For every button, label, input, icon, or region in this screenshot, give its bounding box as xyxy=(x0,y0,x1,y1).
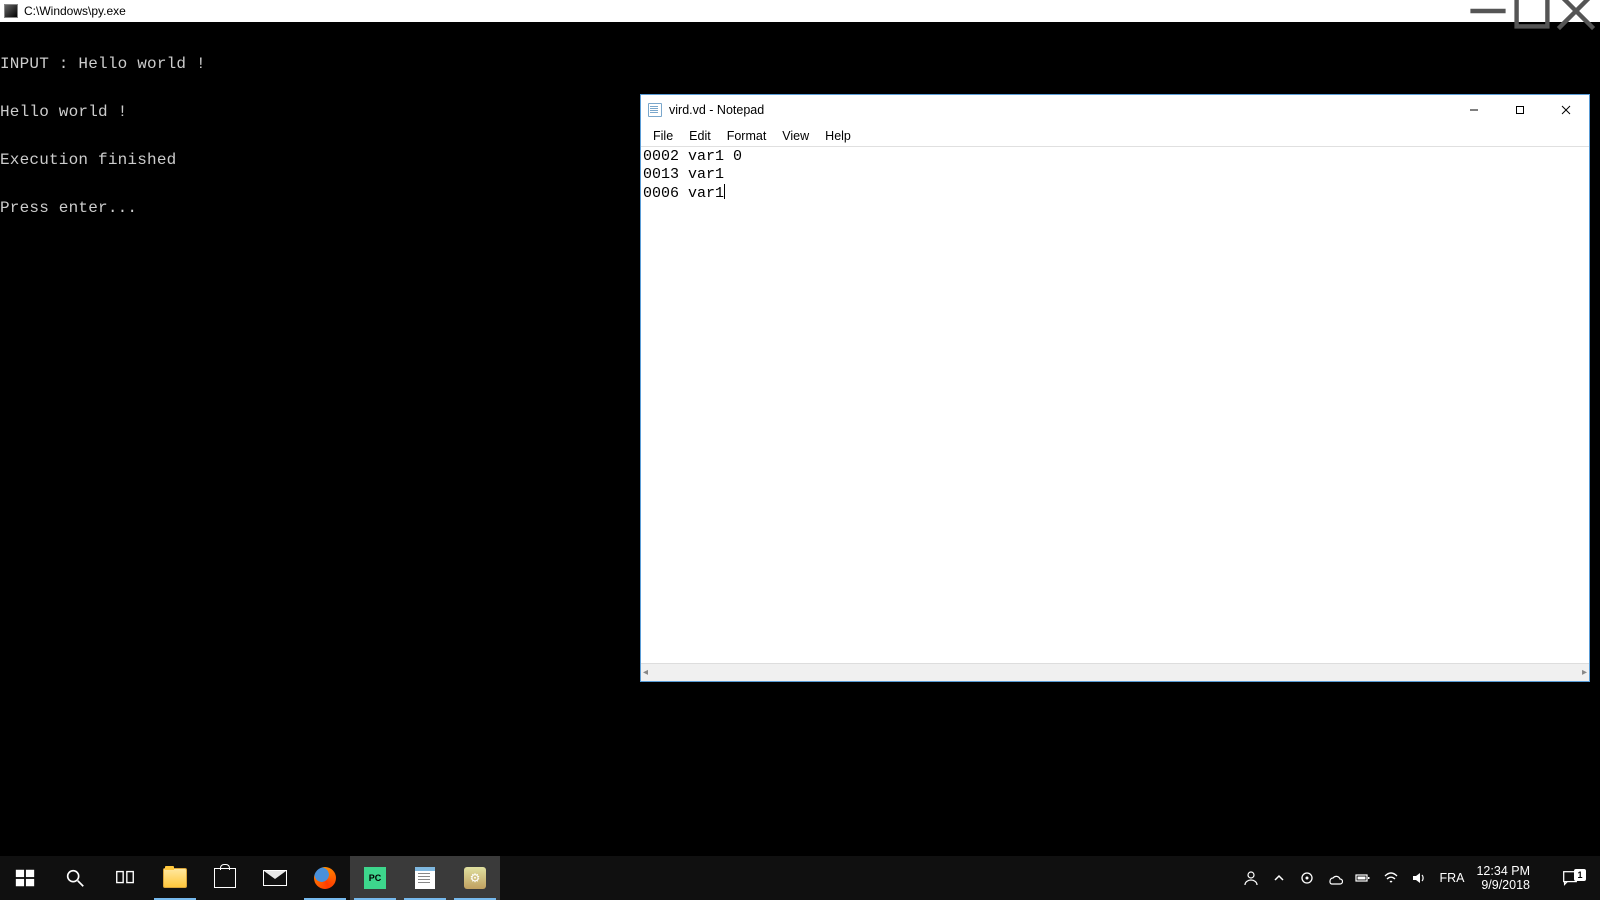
notepad-text-area[interactable]: 0002 var1 0 0013 var1 0006 var1 xyxy=(641,147,1589,663)
store-icon xyxy=(214,868,236,888)
console-titlebar[interactable]: C:\Windows\py.exe xyxy=(0,0,1600,22)
mail-icon xyxy=(263,870,287,886)
console-line: INPUT : Hello world ! xyxy=(0,56,1600,72)
clock[interactable]: 12:34 PM 9/9/2018 xyxy=(1476,864,1534,892)
taskbar-file-explorer[interactable] xyxy=(150,856,200,900)
notepad-titlebar[interactable]: vird.vd - Notepad xyxy=(641,95,1589,125)
windows-logo-icon xyxy=(14,867,36,889)
action-center-button[interactable]: 1 xyxy=(1546,869,1594,887)
scroll-left-icon[interactable]: ◂ xyxy=(643,667,648,678)
menu-view[interactable]: View xyxy=(774,127,817,145)
taskbar-microsoft-store[interactable] xyxy=(200,856,250,900)
notepad-icon xyxy=(415,867,435,889)
show-hidden-icons[interactable] xyxy=(1271,870,1287,886)
minimize-button[interactable] xyxy=(1466,1,1510,21)
taskbar: PC ⚙ FRA 12:34 PM xyxy=(0,856,1600,900)
pycharm-icon: PC xyxy=(364,867,386,889)
taskbar-pycharm[interactable]: PC xyxy=(350,856,400,900)
volume-icon[interactable] xyxy=(1411,870,1427,886)
menu-edit[interactable]: Edit xyxy=(681,127,719,145)
notepad-content: 0002 var1 0 0013 var1 0006 var1 xyxy=(643,148,742,202)
taskbar-other-app[interactable]: ⚙ xyxy=(450,856,500,900)
start-button[interactable] xyxy=(0,856,50,900)
task-view-button[interactable] xyxy=(100,856,150,900)
people-icon[interactable] xyxy=(1243,870,1259,886)
firefox-icon xyxy=(314,867,336,889)
maximize-button[interactable] xyxy=(1497,95,1543,125)
taskbar-spacer xyxy=(500,856,1235,900)
notepad-title-text: vird.vd - Notepad xyxy=(669,103,1451,117)
maximize-button[interactable] xyxy=(1510,1,1554,21)
system-tray: FRA 12:34 PM 9/9/2018 1 xyxy=(1235,856,1600,900)
folder-icon xyxy=(163,868,187,888)
menu-format[interactable]: Format xyxy=(719,127,775,145)
menu-file[interactable]: File xyxy=(645,127,681,145)
taskbar-firefox[interactable] xyxy=(300,856,350,900)
task-view-icon xyxy=(114,867,136,889)
location-icon[interactable] xyxy=(1299,870,1315,886)
notepad-menubar: File Edit Format View Help xyxy=(641,125,1589,147)
scroll-right-icon[interactable]: ▸ xyxy=(1582,667,1587,678)
taskbar-left: PC ⚙ xyxy=(0,856,500,900)
clock-date: 9/9/2018 xyxy=(1476,878,1530,892)
battery-icon[interactable] xyxy=(1355,870,1371,886)
search-button[interactable] xyxy=(50,856,100,900)
console-icon xyxy=(4,4,18,18)
text-cursor xyxy=(724,184,725,199)
notification-count-badge: 1 xyxy=(1574,869,1586,881)
language-indicator[interactable]: FRA xyxy=(1439,871,1464,885)
taskbar-notepad[interactable] xyxy=(400,856,450,900)
search-icon xyxy=(64,867,86,889)
horizontal-scrollbar[interactable]: ◂ ▸ xyxy=(641,663,1589,681)
wifi-icon[interactable] xyxy=(1383,870,1399,886)
notepad-window[interactable]: vird.vd - Notepad File Edit Format View … xyxy=(640,94,1590,682)
onedrive-icon[interactable] xyxy=(1327,870,1343,886)
app-icon: ⚙ xyxy=(464,867,486,889)
console-title-text: C:\Windows\py.exe xyxy=(24,4,1466,18)
taskbar-mail[interactable] xyxy=(250,856,300,900)
close-button[interactable] xyxy=(1543,95,1589,125)
minimize-button[interactable] xyxy=(1451,95,1497,125)
notepad-icon xyxy=(647,102,663,118)
clock-time: 12:34 PM xyxy=(1476,864,1530,878)
menu-help[interactable]: Help xyxy=(817,127,859,145)
close-button[interactable] xyxy=(1554,1,1598,21)
